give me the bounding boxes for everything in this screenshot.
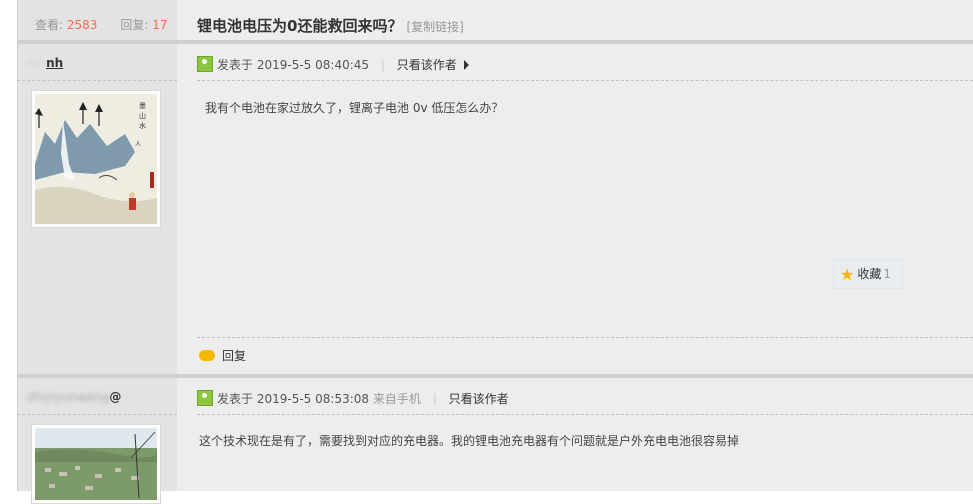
post-divider (17, 374, 973, 378)
post1-meta-divider (197, 80, 973, 81)
author-sidebar (17, 0, 178, 491)
view-author-only-link[interactable]: 只看该作者 (449, 392, 509, 406)
landscape-painting-image: 墨 山 水 人 (35, 94, 157, 224)
reply-label: 回复 (222, 349, 247, 363)
post2-content: 这个技术现在是有了，需要找到对应的充电器。我的锂电池充电器有个问题就是户外充电电… (199, 434, 740, 448)
post1-meta: 发表于 2019-5-5 08:40:45 | 只看该作者 (197, 56, 469, 73)
triangle-right-icon[interactable] (463, 60, 469, 70)
post1-content: 我有个电池在家过放久了，锂离子电池 0v 低压怎么办？ (205, 101, 504, 115)
replies-label: 回复: (120, 18, 149, 32)
sidebar-divider (17, 414, 177, 415)
favorite-label: 收藏 (857, 267, 882, 281)
copy-link-button[interactable]: [复制链接] (406, 20, 463, 34)
svg-text:墨: 墨 (139, 102, 146, 110)
posted-label: 发表于 (217, 58, 254, 72)
post2-timestamp: 2019-5-5 08:53:08 (256, 392, 370, 406)
favorite-button[interactable]: ★ 收藏 1 (833, 259, 903, 289)
post1-footer-divider (197, 337, 973, 338)
header-divider (17, 40, 973, 44)
post1-author-name[interactable]: nh (46, 56, 63, 70)
post2-meta: 发表于 2019-5-5 08:53:08 来自手机 | 只看该作者 (197, 390, 509, 407)
thread-view: 查看: 2583 回复: 17 锂电池电压为0还能救回来吗？ [复制链接] ···… (17, 0, 973, 504)
svg-text:水: 水 (139, 121, 146, 130)
post1-avatar[interactable]: 墨 山 水 人 (31, 90, 161, 228)
svg-text:人: 人 (135, 141, 141, 148)
town-landscape-image (35, 428, 157, 500)
views-count: 2583 (66, 18, 98, 32)
view-author-only-link[interactable]: 只看该作者 (397, 58, 457, 72)
thread-title-bar: 锂电池电压为0还能救回来吗？ [复制链接] (197, 15, 464, 36)
svg-text:山: 山 (139, 111, 146, 120)
speech-bubble-icon (199, 350, 215, 361)
post2-author[interactable]: zhiyiyunweng@ (27, 390, 121, 404)
post1-timestamp: 2019-5-5 08:40:45 (256, 58, 370, 72)
reply-button[interactable]: 回复 (199, 347, 246, 364)
user-icon (197, 56, 213, 72)
thread-stats: 查看: 2583 回复: 17 (35, 16, 167, 33)
meta-separator: | (380, 58, 385, 72)
post1-author-masked: ····· (27, 56, 47, 70)
star-icon: ★ (840, 265, 855, 284)
post2-author-name[interactable]: @ (109, 390, 121, 404)
thread-title: 锂电池电压为0还能救回来吗？ (197, 17, 403, 35)
user-icon (197, 390, 213, 406)
views-label: 查看: (35, 18, 64, 32)
post-main (177, 0, 973, 491)
post1-author[interactable]: ·····nh (27, 56, 63, 70)
replies-count: 17 (152, 18, 168, 32)
post2-meta-divider (197, 414, 973, 415)
post2-author-masked: zhiyiyunweng (27, 390, 110, 404)
sidebar-divider (17, 80, 177, 81)
post2-device: 来自手机 (372, 392, 421, 406)
posted-label: 发表于 (217, 392, 254, 406)
post2-avatar[interactable] (31, 424, 161, 504)
favorite-count: 1 (883, 267, 891, 281)
meta-separator: | (432, 392, 437, 406)
